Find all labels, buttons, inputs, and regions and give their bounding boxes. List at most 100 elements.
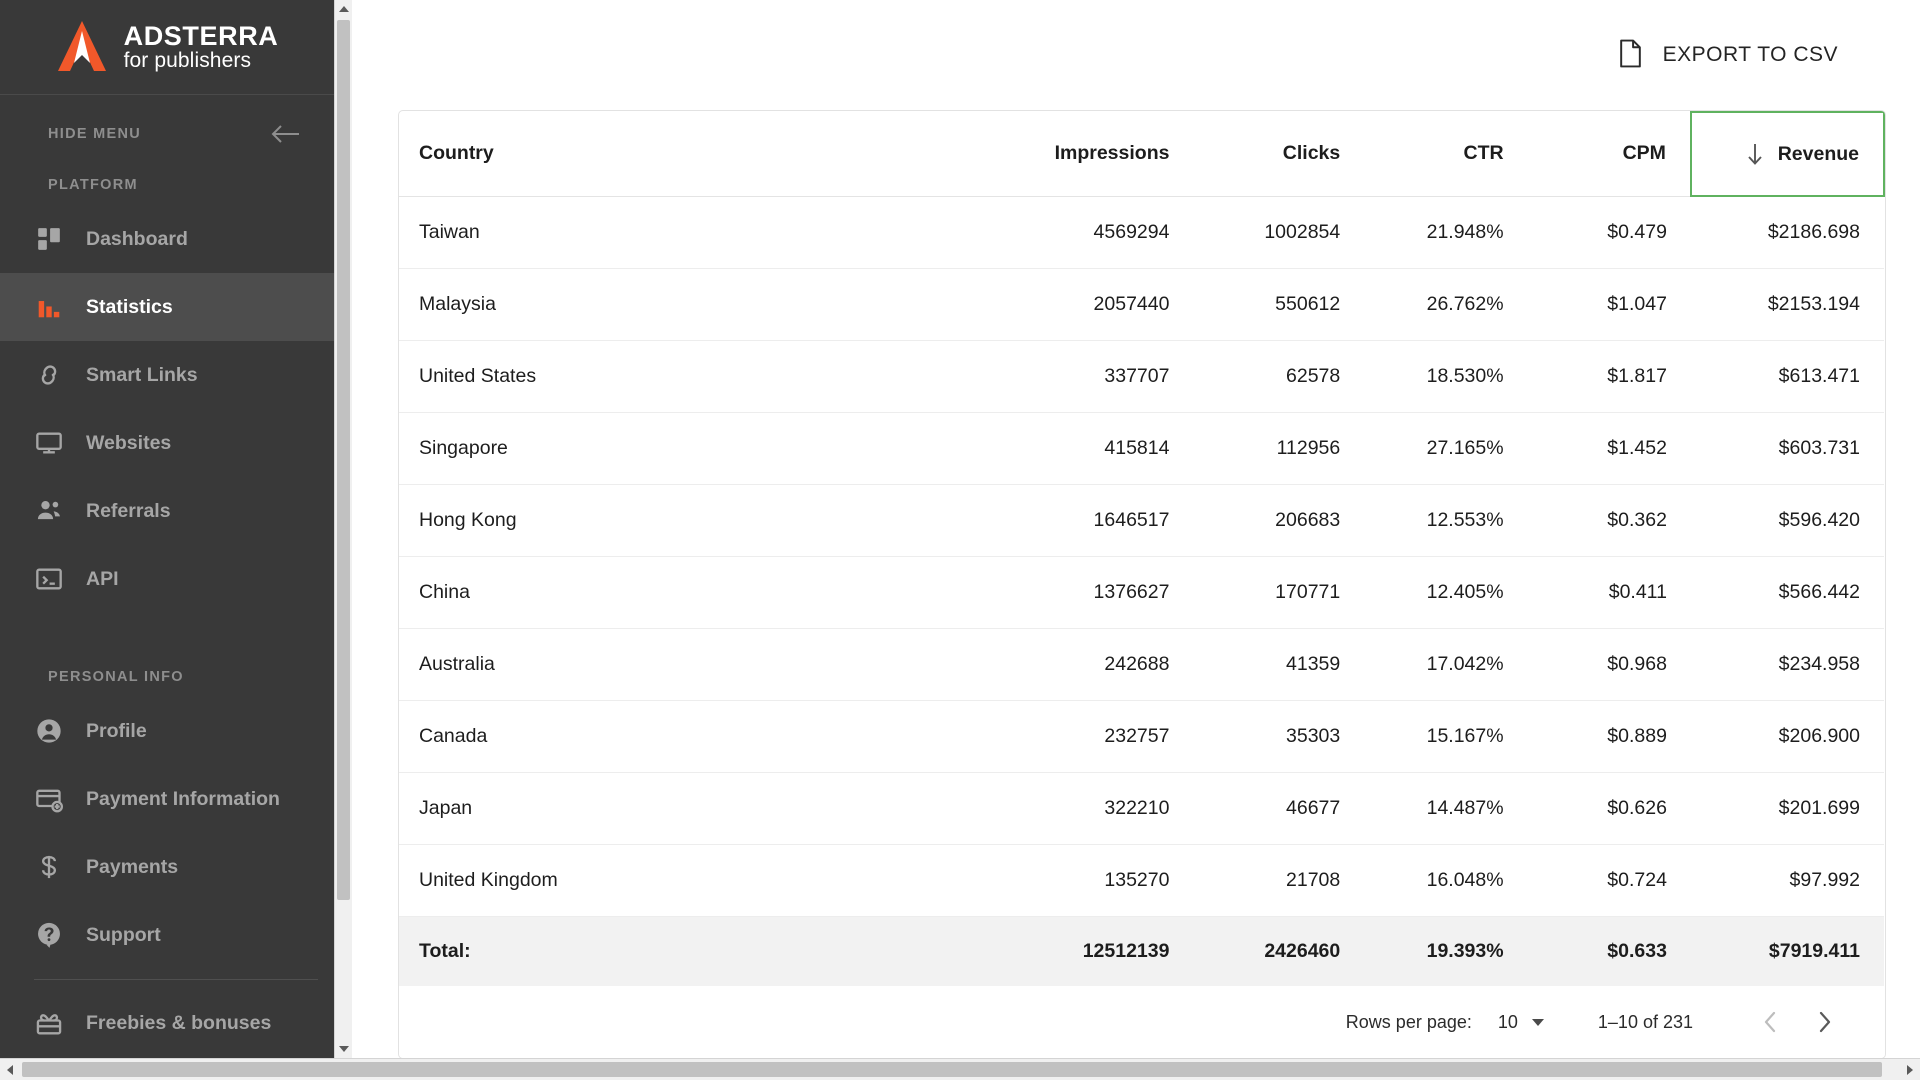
pagination-range-label: 1–10 of 231	[1598, 1012, 1693, 1033]
cell-revenue: $206.900	[1691, 700, 1884, 772]
cell-country: Canada	[399, 700, 978, 772]
sidebar-item-dashboard[interactable]: Dashboard	[0, 205, 352, 273]
column-header-cpm[interactable]: CPM	[1528, 112, 1691, 196]
cell-clicks: 1002854	[1193, 196, 1364, 268]
cell-revenue: $603.731	[1691, 412, 1884, 484]
cell-clicks: 170771	[1193, 556, 1364, 628]
horizontal-scroll-track[interactable]	[20, 1059, 1900, 1080]
cell-ctr: 27.165%	[1364, 412, 1527, 484]
cell-cpm: $0.362	[1528, 484, 1691, 556]
sidebar-item-websites[interactable]: Websites	[0, 409, 352, 477]
brand-title: ADSTERRA	[124, 22, 279, 50]
cell-cpm: $0.889	[1528, 700, 1691, 772]
sidebar-item-profile[interactable]: Profile	[0, 697, 352, 765]
dashboard-icon	[32, 222, 66, 256]
table-row[interactable]: Australia 242688 41359 17.042% $0.968 $2…	[399, 628, 1884, 700]
table-pagination: Rows per page: 10 1–10 of 231	[399, 986, 1885, 1058]
sidebar-item-support[interactable]: Support	[0, 901, 352, 969]
cell-total-label: Total:	[399, 916, 978, 986]
cell-cpm: $0.626	[1528, 772, 1691, 844]
chevron-right-icon	[1818, 1011, 1831, 1033]
sidebar-item-label: Profile	[86, 720, 147, 743]
user-circle-icon	[32, 714, 66, 748]
table-row[interactable]: United Kingdom 135270 21708 16.048% $0.7…	[399, 844, 1884, 916]
sidebar-item-referrals[interactable]: Referrals	[0, 477, 352, 545]
sidebar-item-label: Dashboard	[86, 228, 188, 251]
arrow-left-icon[interactable]	[270, 124, 300, 144]
cell-country: Japan	[399, 772, 978, 844]
sidebar-item-label: Smart Links	[86, 364, 198, 387]
sidebar-divider	[34, 979, 318, 980]
credit-card-plus-icon	[32, 782, 66, 816]
scroll-down-button[interactable]	[335, 1040, 352, 1058]
hide-menu-label: HIDE MENU	[48, 126, 141, 142]
horizontal-scrollbar-thumb[interactable]	[22, 1062, 1882, 1077]
horizontal-scrollbar[interactable]	[0, 1058, 1920, 1080]
sidebar-item-label: Statistics	[86, 296, 173, 319]
column-header-country[interactable]: Country	[399, 112, 978, 196]
rows-per-page-label: Rows per page:	[1346, 1012, 1472, 1033]
scrollbar-thumb[interactable]	[337, 20, 350, 900]
cell-cpm: $1.452	[1528, 412, 1691, 484]
cell-country: Australia	[399, 628, 978, 700]
cell-total-ctr: 19.393%	[1364, 916, 1527, 986]
column-header-revenue[interactable]: Revenue	[1691, 112, 1884, 196]
table-total-row: Total: 12512139 2426460 19.393% $0.633 $…	[399, 916, 1884, 986]
table-row[interactable]: Malaysia 2057440 550612 26.762% $1.047 $…	[399, 268, 1884, 340]
sidebar-item-api[interactable]: API	[0, 545, 352, 613]
cell-impressions: 2057440	[978, 268, 1193, 340]
cell-revenue: $596.420	[1691, 484, 1884, 556]
table-row[interactable]: Canada 232757 35303 15.167% $0.889 $206.…	[399, 700, 1884, 772]
cell-clicks: 550612	[1193, 268, 1364, 340]
sidebar-item-statistics[interactable]: Statistics	[0, 273, 352, 341]
hide-menu-row[interactable]: HIDE MENU	[0, 103, 352, 165]
sidebar-item-label: Websites	[86, 432, 171, 455]
cell-country: United Kingdom	[399, 844, 978, 916]
scroll-right-button[interactable]	[1900, 1059, 1920, 1080]
cell-ctr: 16.048%	[1364, 844, 1527, 916]
cell-clicks: 62578	[1193, 340, 1364, 412]
bar-chart-icon	[32, 290, 66, 324]
table-row[interactable]: United States 337707 62578 18.530% $1.81…	[399, 340, 1884, 412]
scroll-up-button[interactable]	[335, 0, 352, 18]
table-row[interactable]: Japan 322210 46677 14.487% $0.626 $201.6…	[399, 772, 1884, 844]
cell-total-clicks: 2426460	[1193, 916, 1364, 986]
cell-ctr: 15.167%	[1364, 700, 1527, 772]
export-to-csv-label: EXPORT TO CSV	[1663, 43, 1838, 67]
cell-cpm: $1.047	[1528, 268, 1691, 340]
table-row[interactable]: Taiwan 4569294 1002854 21.948% $0.479 $2…	[399, 196, 1884, 268]
sidebar-scrollbar[interactable]	[334, 0, 352, 1058]
sidebar-item-payment-information[interactable]: Payment Information	[0, 765, 352, 833]
previous-page-button[interactable]	[1743, 995, 1797, 1049]
scroll-left-button[interactable]	[0, 1059, 20, 1080]
top-toolbar: EXPORT TO CSV	[352, 0, 1920, 110]
sidebar-item-label: Payment Information	[86, 788, 280, 811]
arrow-down-icon	[1746, 142, 1764, 166]
cell-impressions: 415814	[978, 412, 1193, 484]
rows-per-page-select[interactable]: 10	[1498, 1012, 1544, 1033]
table-row[interactable]: Hong Kong 1646517 206683 12.553% $0.362 …	[399, 484, 1884, 556]
sidebar-item-smart-links[interactable]: Smart Links	[0, 341, 352, 409]
cell-total-cpm: $0.633	[1528, 916, 1691, 986]
next-page-button[interactable]	[1797, 995, 1851, 1049]
cell-impressions: 322210	[978, 772, 1193, 844]
sidebar-item-payments[interactable]: Payments	[0, 833, 352, 901]
cell-total-impressions: 12512139	[978, 916, 1193, 986]
adsterra-logo-icon	[56, 19, 108, 75]
cell-cpm: $1.817	[1528, 340, 1691, 412]
column-header-clicks[interactable]: Clicks	[1193, 112, 1364, 196]
table-header: Country Impressions Clicks CTR CPM	[399, 112, 1884, 196]
help-circle-icon	[32, 918, 66, 952]
export-to-csv-button[interactable]: EXPORT TO CSV	[1614, 31, 1842, 79]
table-row[interactable]: China 1376627 170771 12.405% $0.411 $566…	[399, 556, 1884, 628]
column-header-impressions[interactable]: Impressions	[978, 112, 1193, 196]
column-header-ctr[interactable]: CTR	[1364, 112, 1527, 196]
rows-per-page-value: 10	[1498, 1012, 1518, 1033]
sidebar-section-personal-info-label: PERSONAL INFO	[0, 657, 352, 697]
brand-subtitle: for publishers	[124, 50, 279, 72]
sidebar-item-freebies-bonuses[interactable]: Freebies & bonuses	[0, 990, 352, 1058]
table-row[interactable]: Singapore 415814 112956 27.165% $1.452 $…	[399, 412, 1884, 484]
cell-clicks: 41359	[1193, 628, 1364, 700]
statistics-table: Country Impressions Clicks CTR CPM	[399, 111, 1885, 986]
people-icon	[32, 494, 66, 528]
